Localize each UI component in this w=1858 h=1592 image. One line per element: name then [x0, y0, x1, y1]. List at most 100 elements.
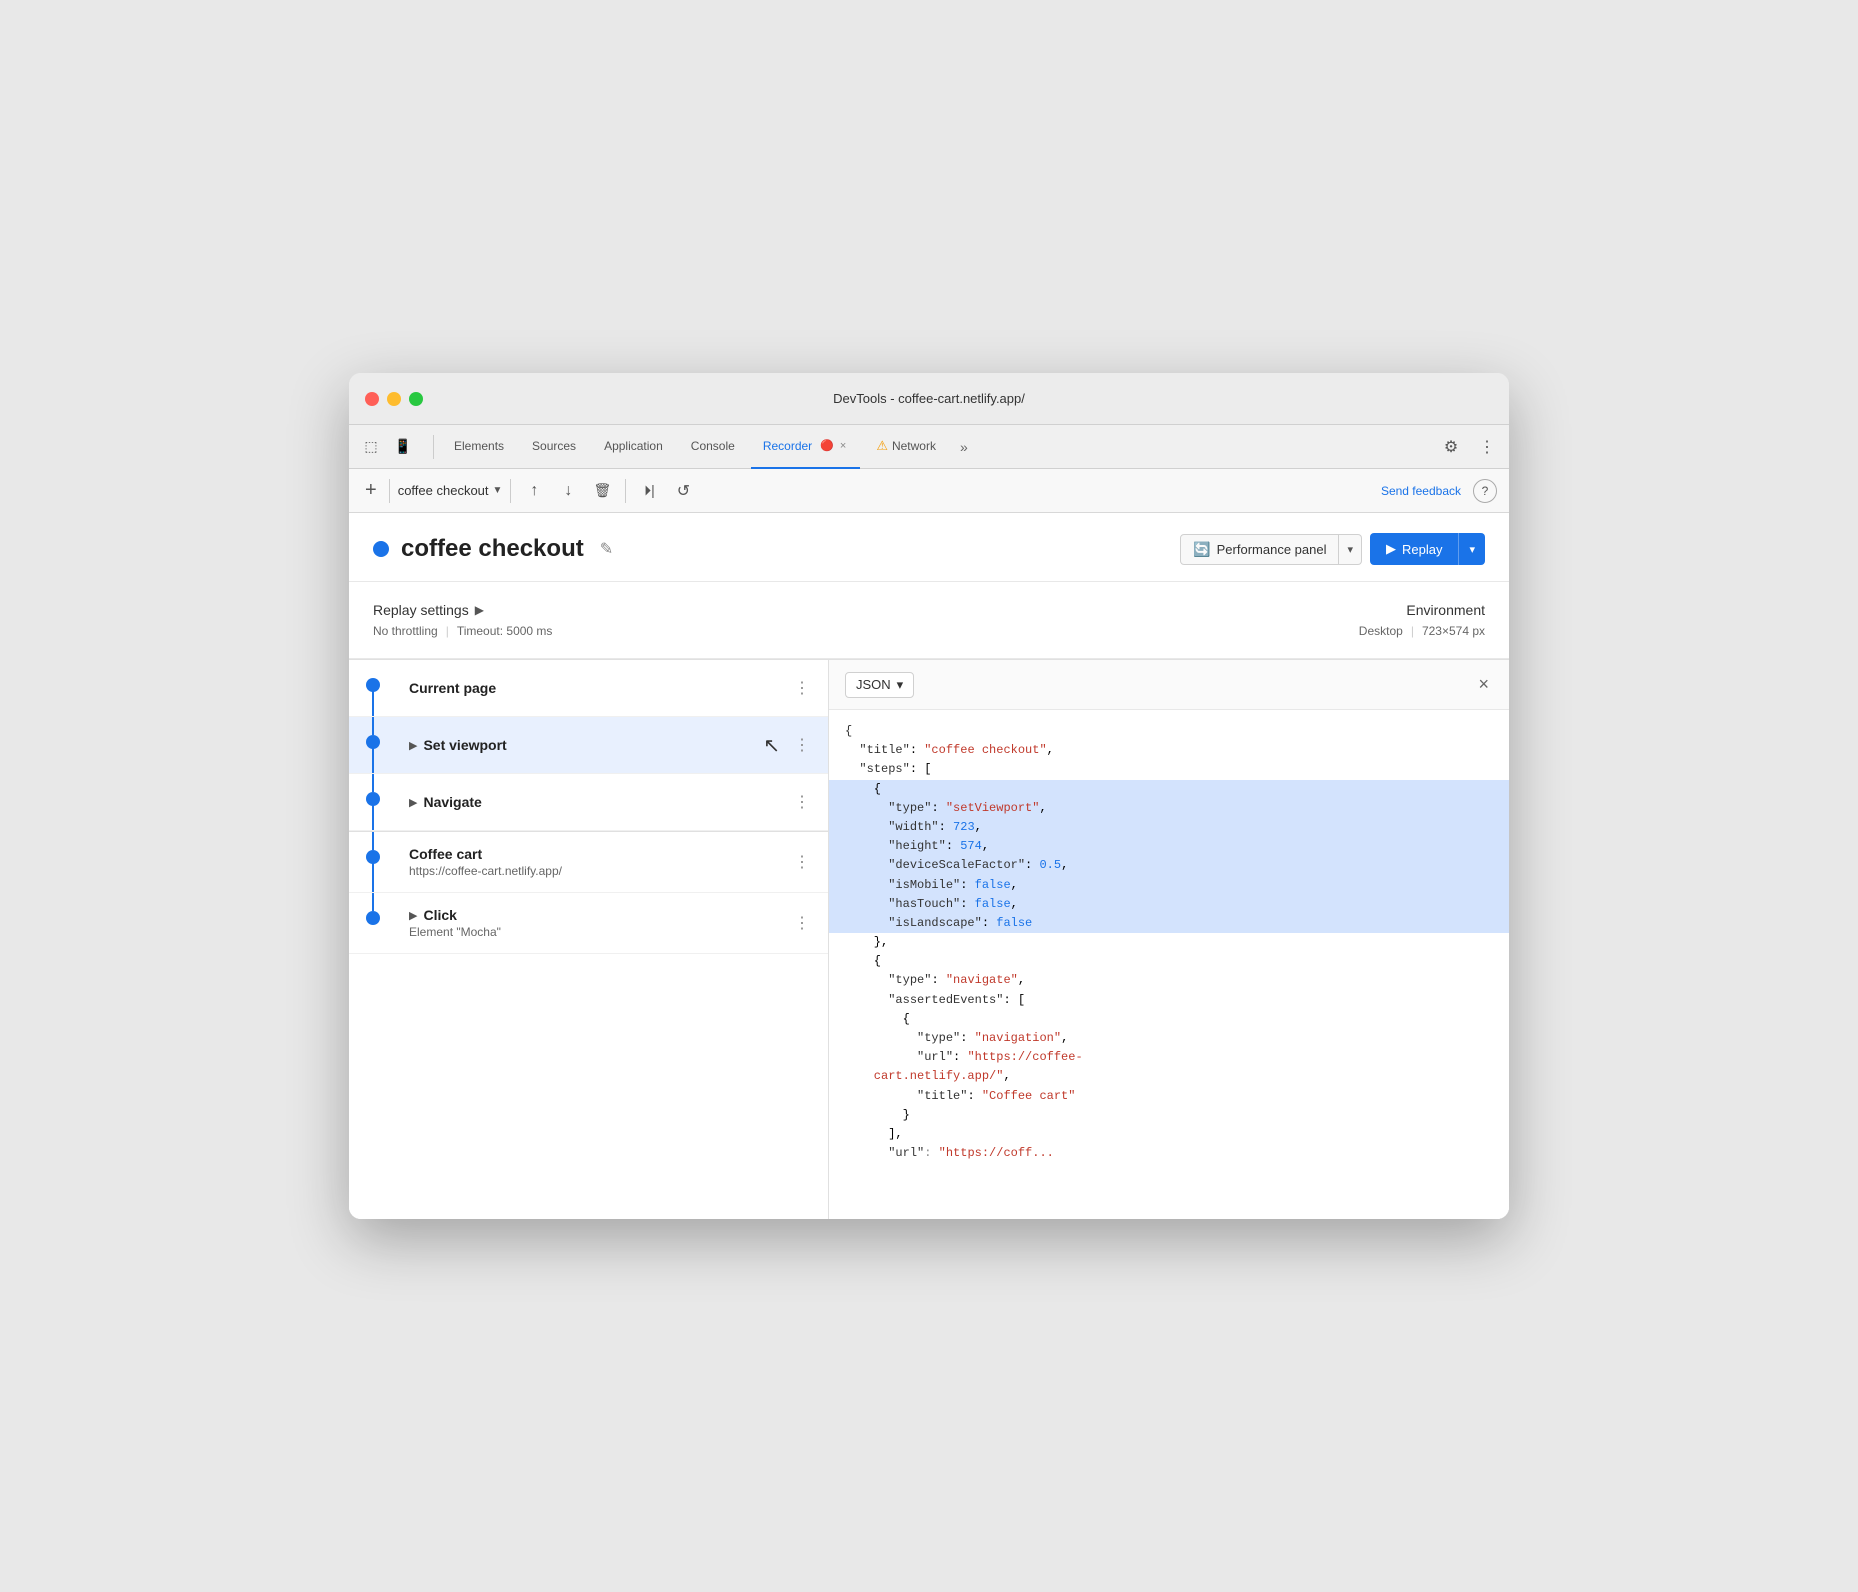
json-format-label: JSON	[856, 677, 891, 692]
recording-header: coffee checkout ✎ 🔄 Performance panel ▾ …	[349, 513, 1509, 582]
expand-icon: ▶	[409, 739, 417, 752]
settings-button[interactable]: ⚙	[1437, 433, 1465, 461]
edit-title-icon[interactable]: ✎	[596, 535, 617, 563]
toolbar-right: Send feedback ?	[1381, 479, 1497, 503]
step-left-bar	[349, 893, 397, 953]
delete-recording-button[interactable]: 🗑	[587, 476, 617, 506]
step-actions: ↖ ⋮	[763, 731, 816, 759]
replay-settings-label: Replay settings	[373, 602, 469, 618]
json-format-arrow: ▾	[897, 677, 904, 693]
titlebar: DevTools - coffee-cart.netlify.app/	[349, 373, 1509, 425]
json-panel: JSON ▾ × { "title": "coffee checkout", "…	[829, 660, 1509, 1219]
toolbar-divider-2	[510, 479, 511, 503]
step-dot	[366, 850, 380, 864]
tab-sources[interactable]: Sources	[520, 425, 588, 469]
recording-status-dot	[373, 541, 389, 557]
step-menu-button[interactable]: ⋮	[788, 731, 816, 759]
loop-button[interactable]: ↺	[668, 476, 698, 506]
inspect-icon[interactable]: ⬚	[357, 433, 385, 461]
step-subtitle: Element "Mocha"	[409, 925, 788, 939]
json-format-selector[interactable]: JSON ▾	[845, 672, 914, 698]
recording-actions: ↑ ↓ 🗑 ⏵| ↺	[519, 476, 698, 506]
recording-dropdown-arrow: ▼	[493, 485, 503, 496]
step-left-bar	[349, 774, 397, 830]
tab-console[interactable]: Console	[679, 425, 747, 469]
replay-dropdown-button[interactable]: ▾	[1458, 533, 1485, 565]
throttling-label: No throttling	[373, 624, 438, 638]
tab-elements[interactable]: Elements	[442, 425, 516, 469]
step-menu-button[interactable]: ⋮	[788, 909, 816, 937]
replay-settings: Replay settings ▶ No throttling | Timeou…	[373, 602, 552, 638]
environment-title: Environment	[1359, 602, 1485, 618]
recording-selector[interactable]: coffee checkout ▼	[398, 483, 503, 498]
json-content: { "title": "coffee checkout", "steps": […	[829, 710, 1509, 1219]
minimize-button[interactable]	[387, 392, 401, 406]
tab-recorder[interactable]: Recorder 🔴 ×	[751, 425, 861, 469]
device-toolbar-icon[interactable]: 📱	[389, 433, 417, 461]
step-title: Coffee cart	[409, 846, 788, 862]
maximize-button[interactable]	[409, 392, 423, 406]
json-toolbar: JSON ▾ ×	[829, 660, 1509, 710]
step-body: Coffee cart https://coffee-cart.netlify.…	[397, 832, 828, 892]
settings-section: Replay settings ▶ No throttling | Timeou…	[349, 582, 1509, 659]
tab-divider	[433, 435, 434, 459]
replay-button[interactable]: ▶ Replay	[1370, 533, 1458, 565]
step-body: ▶ Navigate ⋮	[397, 774, 828, 830]
devtools-toolbar-right: ⚙ ⋮	[1437, 433, 1501, 461]
perf-panel-icon: 🔄	[1193, 541, 1210, 558]
step-coffee-cart[interactable]: Coffee cart https://coffee-cart.netlify.…	[349, 832, 828, 893]
step-left-bar	[349, 717, 397, 773]
expand-icon: ▶	[409, 796, 417, 809]
replay-button-group: ▶ Replay ▾	[1370, 533, 1485, 565]
step-expand: ▶ Navigate	[409, 794, 788, 810]
desktop-label: Desktop	[1359, 624, 1403, 638]
step-title: Set viewport	[423, 737, 506, 753]
step-subtitle: https://coffee-cart.netlify.app/	[409, 864, 788, 878]
help-button[interactable]: ?	[1473, 479, 1497, 503]
perf-panel-label: Performance panel	[1217, 542, 1327, 557]
step-content: ▶ Set viewport	[409, 737, 763, 753]
more-tabs-button[interactable]: »	[956, 435, 972, 459]
cursor-icon: ↖	[763, 733, 780, 758]
toolbar-divider	[389, 479, 390, 503]
replay-settings-toggle[interactable]: Replay settings ▶	[373, 602, 552, 618]
perf-panel-button[interactable]: 🔄 Performance panel	[1180, 534, 1339, 565]
tab-application[interactable]: Application	[592, 425, 675, 469]
step-current-page[interactable]: Current page ⋮	[349, 660, 828, 717]
step-set-viewport[interactable]: ▶ Set viewport ↖ ⋮	[349, 717, 828, 774]
replay-label: Replay	[1402, 542, 1442, 557]
step-body: ▶ Click Element "Mocha" ⋮	[397, 893, 828, 953]
traffic-lights	[365, 392, 423, 406]
step-navigate[interactable]: ▶ Navigate ⋮	[349, 774, 828, 831]
toolbar-divider-3	[625, 479, 626, 503]
step-menu-button[interactable]: ⋮	[788, 674, 816, 702]
play-step-button[interactable]: ⏵|	[634, 476, 664, 506]
step-dot	[366, 735, 380, 749]
step-title: Current page	[409, 680, 788, 696]
close-button[interactable]	[365, 392, 379, 406]
download-recording-button[interactable]: ↓	[553, 476, 583, 506]
step-expand: ▶ Set viewport	[409, 737, 763, 753]
step-menu-button[interactable]: ⋮	[788, 788, 816, 816]
perf-panel-dropdown[interactable]: ▾	[1339, 534, 1362, 565]
environment-section: Environment Desktop | 723×574 px	[1359, 602, 1485, 638]
main-content: coffee checkout ✎ 🔄 Performance panel ▾ …	[349, 513, 1509, 1219]
upload-recording-button[interactable]: ↑	[519, 476, 549, 506]
step-content: Coffee cart https://coffee-cart.netlify.…	[409, 846, 788, 878]
json-panel-close[interactable]: ×	[1474, 670, 1493, 699]
expand-icon: ▶	[409, 909, 417, 922]
step-actions: ⋮	[788, 674, 816, 702]
step-expand: ▶ Click	[409, 907, 788, 923]
step-click[interactable]: ▶ Click Element "Mocha" ⋮	[349, 893, 828, 954]
send-feedback-link[interactable]: Send feedback	[1381, 484, 1461, 498]
recording-name-label: coffee checkout	[398, 483, 489, 498]
step-dot	[366, 678, 380, 692]
add-recording-button[interactable]: +	[361, 479, 381, 502]
step-menu-button[interactable]: ⋮	[788, 848, 816, 876]
devtools-menu-button[interactable]: ⋮	[1473, 433, 1501, 461]
step-actions: ⋮	[788, 848, 816, 876]
step-body: ▶ Set viewport ↖ ⋮	[397, 717, 828, 773]
tab-network[interactable]: ⚠ Network	[864, 425, 948, 469]
recorder-tab-close[interactable]: ×	[838, 438, 848, 454]
step-left-bar	[349, 832, 397, 892]
